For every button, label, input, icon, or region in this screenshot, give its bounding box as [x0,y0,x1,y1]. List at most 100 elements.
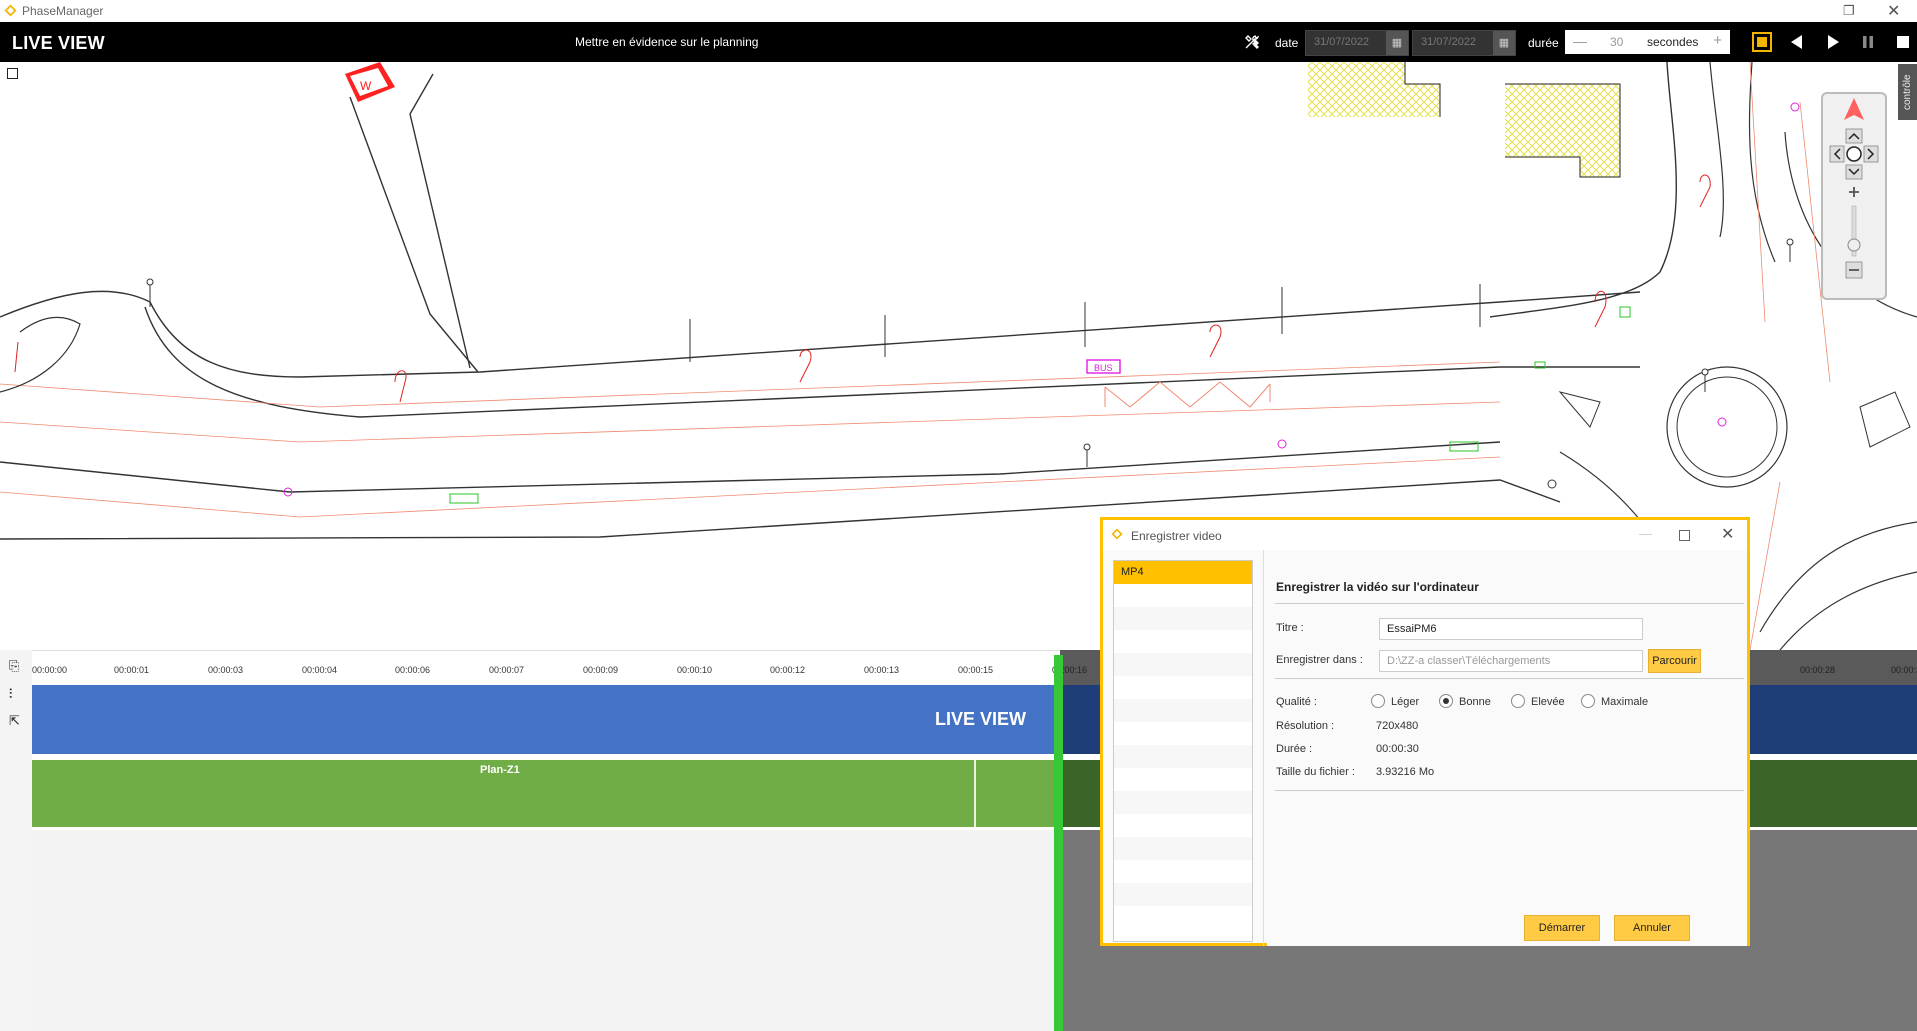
calendar-icon[interactable]: ▦ [1386,31,1408,55]
stop-icon[interactable] [1895,34,1911,50]
export-icon[interactable]: ⇱ [9,713,20,729]
hatched-area [1505,84,1620,177]
list-item [1114,860,1252,883]
tick-label: 00:00:00 [32,665,68,675]
zoom-slider-handle[interactable] [1847,238,1861,252]
duration-label: Durée : [1276,743,1313,755]
duration-value[interactable]: 30 [1610,35,1623,49]
quality-option-label: Léger [1391,696,1420,708]
quality-option-label: Elevée [1531,696,1565,708]
calendar-icon[interactable]: ▦ [1493,31,1515,55]
list-item [1114,791,1252,814]
tools-icon[interactable] [1244,34,1260,50]
zoom-in-icon[interactable] [1849,187,1859,197]
quality-radio-max[interactable] [1581,694,1595,708]
list-item [1114,676,1252,699]
tick-label: 00:00:10 [677,665,713,675]
minimize-icon[interactable]: — [1639,526,1652,541]
quality-option-label: Maximale [1601,696,1649,708]
split-icon[interactable]: ⫶ [9,686,12,702]
list-item [1114,653,1252,676]
resolution-value: 720x480 [1376,720,1419,732]
list-item [1114,768,1252,791]
highlight-on-planning-link[interactable]: Mettre en évidence sur le planning [575,35,758,49]
svg-text:BUS: BUS [1094,363,1113,373]
new-document-icon[interactable]: ⎘ [9,658,19,674]
plan-track[interactable]: Plan-Z1 [32,760,1060,827]
list-item [1114,883,1252,906]
dialog-main-panel: Enregistrer la vidéo sur l'ordinateur Ti… [1267,550,1747,946]
cancel-button[interactable]: Annuler [1614,915,1690,941]
filesize-label: Taille du fichier : [1276,766,1355,778]
list-item [1114,745,1252,768]
pan-down-button[interactable] [1845,164,1863,180]
list-item [1114,906,1252,929]
dialog-titlebar: Enregistrer video — ✕ [1103,520,1747,550]
title-label: Titre : [1276,622,1304,634]
live-view-track[interactable]: LIVE VIEW [32,685,1060,754]
hatched-area [1308,62,1440,117]
plan-segment-divider [974,760,976,827]
list-item [1114,722,1252,745]
close-icon[interactable]: ✕ [1721,524,1734,544]
resolution-label: Résolution : [1276,720,1335,732]
tick-label: 00:00:13 [864,665,900,675]
main-toolbar: LIVE VIEW Mettre en évidence sur le plan… [0,22,1917,62]
app-logo-icon [1111,528,1123,540]
control-panel-tab[interactable]: contrôle [1898,64,1917,120]
plan-track-label: Plan-Z1 [480,764,520,776]
increment-button[interactable]: + [1713,32,1722,49]
maximize-icon[interactable] [1679,530,1690,541]
decrement-button[interactable]: — [1573,33,1587,49]
north-arrow-icon [1844,98,1864,120]
date-from-field[interactable]: 31/07/2022 ▦ [1305,30,1409,56]
divider [1275,678,1744,679]
format-list: MP4 [1113,560,1253,942]
pan-up-button[interactable] [1845,128,1863,144]
tick-label: 00:00:12 [770,665,806,675]
tick-label: 00:00:28 [1800,665,1836,675]
tick-label: 00:00:30 [1891,665,1917,675]
quality-label: Qualité : [1276,696,1317,708]
list-item [1114,584,1252,607]
save-path-input[interactable]: D:\ZZ-a classer\Téléchargements [1379,650,1643,672]
browse-button[interactable]: Parcourir [1648,649,1701,673]
dialog-title: Enregistrer video [1131,529,1222,543]
format-item-mp4[interactable]: MP4 [1114,561,1252,584]
dialog-divider [1263,550,1264,946]
list-item [1114,630,1252,653]
list-item [1114,814,1252,837]
tick-label: 00:00:01 [114,665,150,675]
divider [1275,603,1744,604]
list-item [1114,607,1252,630]
svg-text:W: W [360,79,372,93]
title-input[interactable] [1379,618,1643,640]
close-window-button[interactable]: ✕ [1887,1,1900,21]
date-to-field[interactable]: 31/07/2022 ▦ [1412,30,1516,56]
reset-view-button[interactable] [1846,146,1862,162]
play-icon[interactable] [1824,33,1842,51]
quality-radio-good[interactable] [1439,694,1453,708]
duration-unit: secondes [1647,35,1699,49]
pause-icon[interactable] [1860,34,1876,50]
quality-radio-light[interactable] [1371,694,1385,708]
tick-label: 00:00:06 [395,665,431,675]
map-checkbox[interactable] [7,68,18,79]
tick-label: 00:00:15 [958,665,994,675]
record-video-button[interactable] [1752,32,1772,52]
tick-label: 00:00:07 [489,665,525,675]
pan-right-button[interactable] [1863,145,1879,163]
start-button[interactable]: Démarrer [1524,915,1600,941]
filesize-value: 3.93216 Mo [1376,766,1435,778]
pan-left-button[interactable] [1829,145,1845,163]
app-logo-icon [4,4,17,17]
restore-window-button[interactable]: ❐ [1843,3,1855,19]
step-back-icon[interactable] [1788,33,1806,51]
app-title: PhaseManager [22,4,104,18]
quality-radio-high[interactable] [1511,694,1525,708]
duration-stepper[interactable]: — 30 secondes + [1565,30,1730,54]
live-view-title: LIVE VIEW [12,33,105,53]
playhead[interactable] [1054,655,1063,1031]
window-titlebar: PhaseManager ❐ ✕ [0,0,1917,22]
tick-label: 00:00:09 [583,665,619,675]
